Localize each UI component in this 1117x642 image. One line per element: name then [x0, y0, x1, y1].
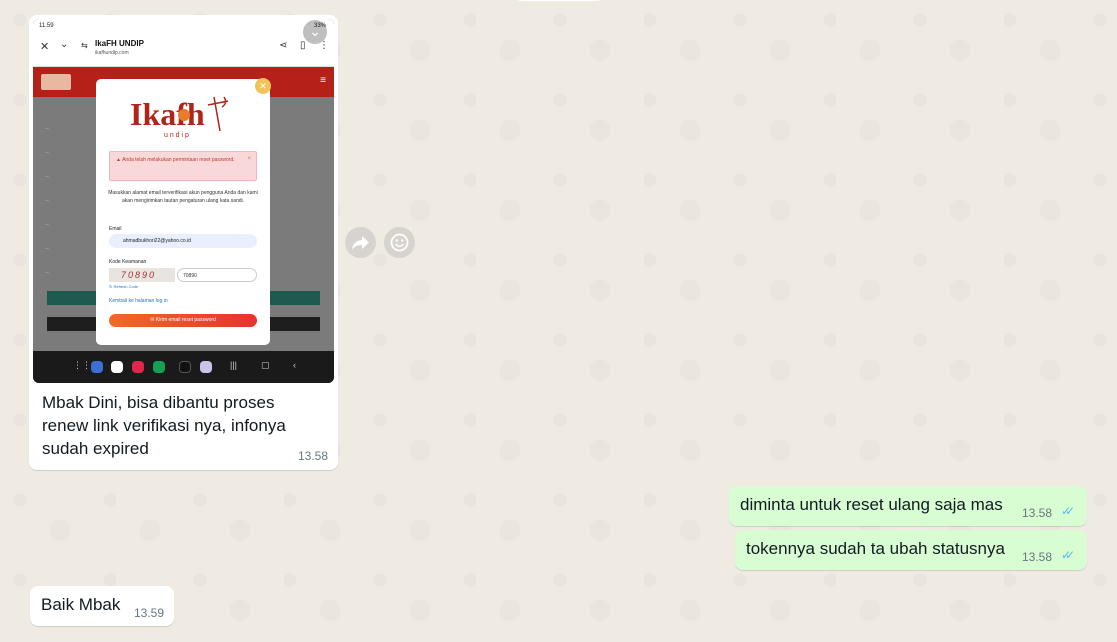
send-reset-email-button: ✉ Kirim email reset password [109, 314, 257, 327]
phone-navigation-bar: ⋮⋮ ||| ▢ ‹ [33, 351, 334, 383]
close-icon: ✕ [40, 41, 50, 53]
app-icon [153, 361, 165, 373]
close-icon: ✕ [255, 78, 271, 94]
phone-status-bar: 11.59 33% [33, 19, 334, 33]
site-nav-line: — [45, 173, 49, 178]
message-time: 13.58 [297, 449, 328, 463]
previous-message-edge [515, 0, 603, 1]
double-check-icon: ✓✓ [1061, 548, 1075, 562]
back-to-login-link: Kembali ke halaman log in [109, 298, 168, 304]
ikafh-logo-icon: Ikafh u n d i p [130, 96, 229, 139]
refresh-code-label: Refresh Code [113, 284, 139, 289]
message-caption: Mbak Dini, bisa dibantu proses renew lin… [42, 393, 286, 458]
app-icon [132, 361, 144, 373]
site-nav-line: — [45, 221, 49, 226]
email-field: ahmadbukhori22@yahoo.co.id [109, 234, 257, 248]
close-icon: × [247, 156, 251, 162]
play-store-icon [111, 361, 123, 373]
back-icon: ‹ [293, 360, 296, 370]
site-logo [41, 74, 71, 90]
message-text: tokennya sudah ta ubah statusnya [746, 539, 1005, 558]
captcha-field: 70890 [177, 268, 257, 282]
svg-text:u n d i p: u n d i p [164, 132, 189, 139]
modal-description: Masukkan alamat email terverifikasi akun… [108, 190, 258, 204]
site-nav-line: — [45, 125, 49, 130]
browser-toolbar: ✕ ⌄ ⇆ IkaFH UNDIP ikafhundip.com ⋖ ▯ ⋮ [33, 33, 334, 67]
alert-text: Anda telah melakukan permintaan reset pa… [122, 157, 235, 163]
react-button[interactable] [384, 227, 415, 258]
email-label: Email [109, 226, 122, 232]
site-nav-line: — [45, 269, 49, 274]
outgoing-message[interactable]: diminta untuk reset ulang saja mas 13.58… [729, 486, 1087, 526]
bookmark-icon: ▯ [300, 40, 306, 51]
incoming-image-message[interactable]: 11.59 33% ✕ ⌄ ⇆ IkaFH UNDIP ikafhundip.c… [29, 15, 338, 470]
message-menu-chevron-icon[interactable]: ⌄ [303, 20, 327, 44]
send-reset-email-label: Kirim email reset password [155, 317, 216, 323]
tiktok-icon [179, 361, 191, 373]
share-icon: ⋖ [279, 40, 288, 51]
incoming-message[interactable]: Baik Mbak 13.59 [30, 586, 174, 626]
captcha-image: 70890 [109, 268, 175, 282]
message-text: diminta untuk reset ulang saja mas [740, 495, 1003, 514]
forward-icon [352, 236, 369, 250]
reset-alert: ▲ Anda telah melakukan permintaan reset … [109, 151, 257, 181]
outgoing-message[interactable]: tokennya sudah ta ubah statusnya 13.58 ✓… [735, 530, 1087, 570]
browser-url: ikafhundip.com [95, 50, 129, 56]
security-code-label: Kode Keamanan [109, 259, 147, 265]
status-time: 11.59 [39, 23, 54, 29]
message-text: Baik Mbak [41, 595, 121, 614]
app-icon [91, 361, 103, 373]
hamburger-menu-icon: ≡ [320, 75, 326, 86]
browser-page-title: IkaFH UNDIP [95, 39, 144, 48]
emoji-reaction-icon [390, 233, 409, 252]
attached-screenshot-image[interactable]: 11.59 33% ✕ ⌄ ⇆ IkaFH UNDIP ikafhundip.c… [33, 19, 334, 383]
site-nav-line: — [45, 245, 49, 250]
message-time: 13.58 [1022, 506, 1053, 520]
site-nav-line: — [45, 197, 49, 202]
home-icon: ▢ [261, 360, 270, 370]
double-check-icon: ✓✓ [1061, 504, 1075, 518]
site-nav-line: — [45, 149, 49, 154]
chevron-down-icon: ⌄ [60, 39, 69, 50]
refresh-code-link: ↻ Refresh Code [109, 284, 138, 289]
recents-icon: ||| [230, 360, 238, 370]
svg-text:Ikafh: Ikafh [130, 96, 205, 132]
app-icon [200, 361, 212, 373]
reset-password-modal: ✕ Ikafh u n d i p ▲ Anda telah melakukan… [96, 78, 271, 345]
app-grid-icon: ⋮⋮ [73, 360, 91, 370]
site-settings-icon: ⇆ [81, 41, 88, 50]
forward-button[interactable] [345, 227, 376, 258]
message-time: 13.58 [1022, 550, 1053, 564]
message-time: 13.59 [134, 606, 165, 620]
